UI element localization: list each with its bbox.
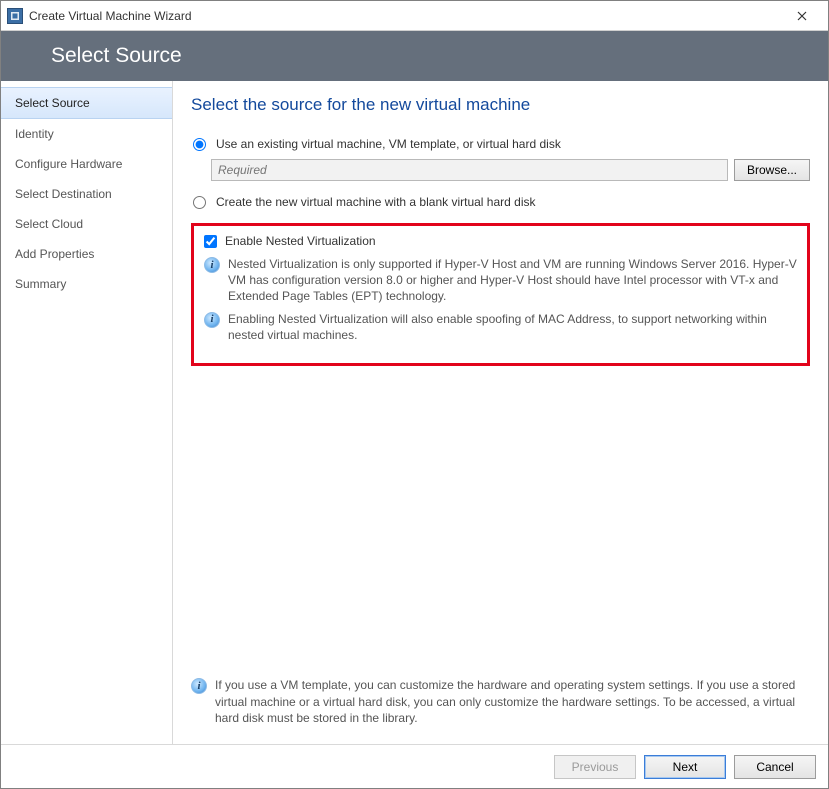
previous-button: Previous	[554, 755, 636, 779]
close-button[interactable]	[782, 2, 822, 30]
info-icon: i	[204, 257, 220, 273]
wizard-body: Select Source Identity Configure Hardwar…	[1, 81, 828, 744]
source-path-input[interactable]	[211, 159, 728, 181]
nested-virtualization-section: Enable Nested Virtualization i Nested Vi…	[191, 223, 810, 366]
footer-info: i If you use a VM template, you can cust…	[191, 663, 810, 744]
step-label: Select Source	[15, 96, 90, 110]
info-icon: i	[204, 312, 220, 328]
option-existing[interactable]: Use an existing virtual machine, VM temp…	[191, 137, 810, 151]
step-label: Add Properties	[15, 247, 94, 261]
source-path-row: Browse...	[211, 159, 810, 181]
step-select-destination[interactable]: Select Destination	[1, 179, 172, 209]
option-blank-label: Create the new virtual machine with a bl…	[216, 195, 536, 209]
step-label: Identity	[15, 127, 54, 141]
titlebar: Create Virtual Machine Wizard	[1, 1, 828, 31]
wizard-main: Select the source for the new virtual ma…	[173, 81, 828, 744]
nested-info-1: i Nested Virtualization is only supporte…	[204, 256, 797, 305]
next-button[interactable]: Next	[644, 755, 726, 779]
browse-button[interactable]: Browse...	[734, 159, 810, 181]
step-label: Select Destination	[15, 187, 112, 201]
info-text: Enabling Nested Virtualization will also…	[228, 311, 797, 343]
enable-nested-label: Enable Nested Virtualization	[225, 234, 376, 248]
wizard-steps: Select Source Identity Configure Hardwar…	[1, 81, 173, 744]
window-title: Create Virtual Machine Wizard	[29, 9, 782, 23]
app-icon	[7, 8, 23, 24]
option-blank[interactable]: Create the new virtual machine with a bl…	[191, 195, 810, 209]
enable-nested-row[interactable]: Enable Nested Virtualization	[204, 234, 797, 248]
info-text: If you use a VM template, you can custom…	[215, 677, 810, 726]
cancel-button[interactable]: Cancel	[734, 755, 816, 779]
step-add-properties[interactable]: Add Properties	[1, 239, 172, 269]
wizard-window: Create Virtual Machine Wizard Select Sou…	[0, 0, 829, 789]
step-label: Select Cloud	[15, 217, 83, 231]
step-label: Configure Hardware	[15, 157, 122, 171]
step-label: Summary	[15, 277, 66, 291]
step-identity[interactable]: Identity	[1, 119, 172, 149]
option-existing-label: Use an existing virtual machine, VM temp…	[216, 137, 561, 151]
step-select-source[interactable]: Select Source	[1, 87, 172, 119]
wizard-footer: Previous Next Cancel	[1, 744, 828, 788]
step-configure-hardware[interactable]: Configure Hardware	[1, 149, 172, 179]
info-icon: i	[191, 678, 207, 694]
banner-heading: Select Source	[51, 44, 182, 68]
step-summary[interactable]: Summary	[1, 269, 172, 299]
step-select-cloud[interactable]: Select Cloud	[1, 209, 172, 239]
radio-existing[interactable]	[193, 138, 206, 151]
enable-nested-checkbox[interactable]	[204, 235, 217, 248]
info-text: Nested Virtualization is only supported …	[228, 256, 797, 305]
close-icon	[797, 11, 807, 21]
banner: Select Source	[1, 31, 828, 81]
nested-info-2: i Enabling Nested Virtualization will al…	[204, 311, 797, 343]
page-title: Select the source for the new virtual ma…	[191, 95, 810, 115]
radio-blank[interactable]	[193, 196, 206, 209]
